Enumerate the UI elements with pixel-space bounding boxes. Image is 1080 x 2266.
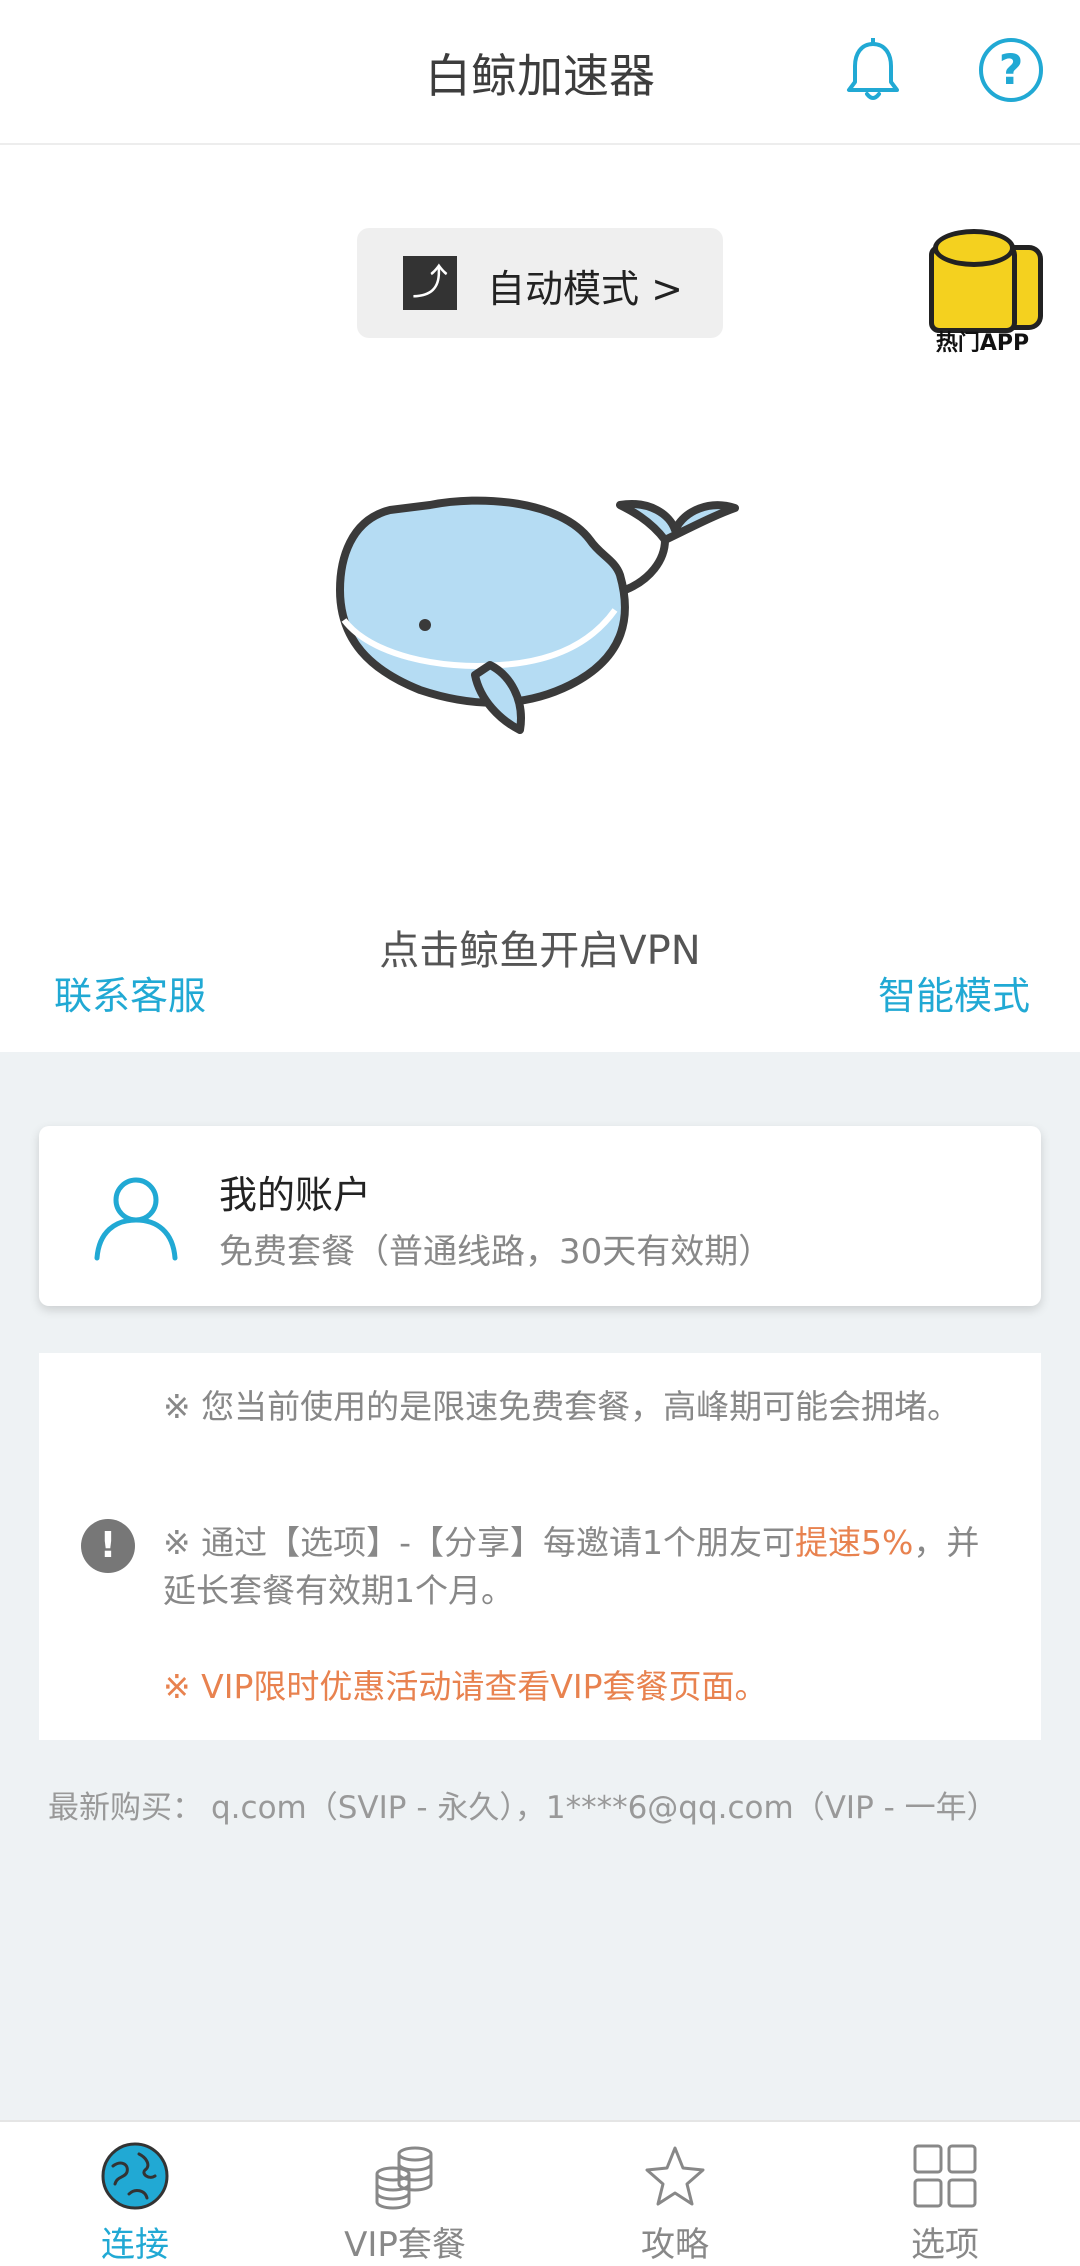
tab-guide-label: 攻略 (641, 2225, 709, 2265)
alert-icon: ! (81, 1519, 135, 1573)
tab-vip-label: VIP套餐 (344, 2225, 466, 2265)
account-card[interactable]: 我的账户 免费套餐（普通线路，30天有效期） (39, 1126, 1041, 1306)
notice-panel: ! ※ 您当前使用的是限速免费套餐，高峰期可能会拥堵。 ※ 通过【选项】-【分享… (39, 1353, 1041, 1740)
coins-icon (375, 2146, 433, 2210)
smart-mode-link[interactable]: 智能模式 (878, 965, 1030, 1020)
notice-invite: ※ 通过【选项】-【分享】每邀请1个朋友可提速5%，并延长套餐有效期1个月。 (163, 1519, 1003, 1615)
recent-purchase-label: 最新购买： (48, 1790, 203, 1826)
bell-icon[interactable] (845, 38, 901, 104)
globe-icon (101, 2142, 169, 2210)
notice-invite-highlight: 提速5% (795, 1523, 914, 1562)
tab-vip[interactable]: VIP套餐 (270, 2122, 540, 2265)
recent-purchase-ticker: 最新购买： q.com（SVIP - 永久），1****6@qq.com（VIP … (48, 1782, 998, 1827)
grid-icon (913, 2144, 977, 2208)
hot-app-button[interactable]: 热门APP (925, 225, 1043, 356)
app-title: 白鲸加速器 (425, 49, 655, 103)
mode-icon: ⤴ (403, 256, 457, 310)
help-icon[interactable]: ? (979, 38, 1043, 102)
tab-options-label: 选项 (911, 2225, 979, 2265)
tab-guide[interactable]: 攻略 (540, 2122, 810, 2265)
tab-connect-label: 连接 (101, 2225, 169, 2265)
notice-vip-promo[interactable]: ※ VIP限时优惠活动请查看VIP套餐页面。 (163, 1663, 1003, 1711)
account-plan: 免费套餐（普通线路，30天有效期） (219, 1232, 773, 1272)
notice-speed-limit: ※ 您当前使用的是限速免费套餐，高峰期可能会拥堵。 (163, 1387, 961, 1426)
tab-connect[interactable]: 连接 (0, 2122, 270, 2265)
bottom-tab-bar: 连接 VIP套餐 攻略 选项 (0, 2120, 1080, 2265)
star-icon (645, 2146, 705, 2206)
tab-options[interactable]: 选项 (810, 2122, 1080, 2265)
whale-connect-button[interactable] (330, 480, 750, 750)
hot-app-label: 热门APP (935, 331, 1030, 356)
app-header: 白鲸加速器 ? (0, 0, 1080, 145)
account-title: 我的账户 (219, 1173, 372, 1217)
notice-invite-prefix: ※ 通过【选项】-【分享】每邀请1个朋友可 (163, 1523, 796, 1562)
recent-purchase-items: q.com（SVIP - 永久），1****6@qq.com（VIP - 一年） (211, 1790, 998, 1826)
contact-support-link[interactable]: 联系客服 (54, 965, 206, 1020)
mode-label: 自动模式 > (487, 267, 683, 311)
user-icon (94, 1177, 178, 1261)
auto-mode-button[interactable]: ⤴ 自动模式 > (357, 228, 723, 338)
